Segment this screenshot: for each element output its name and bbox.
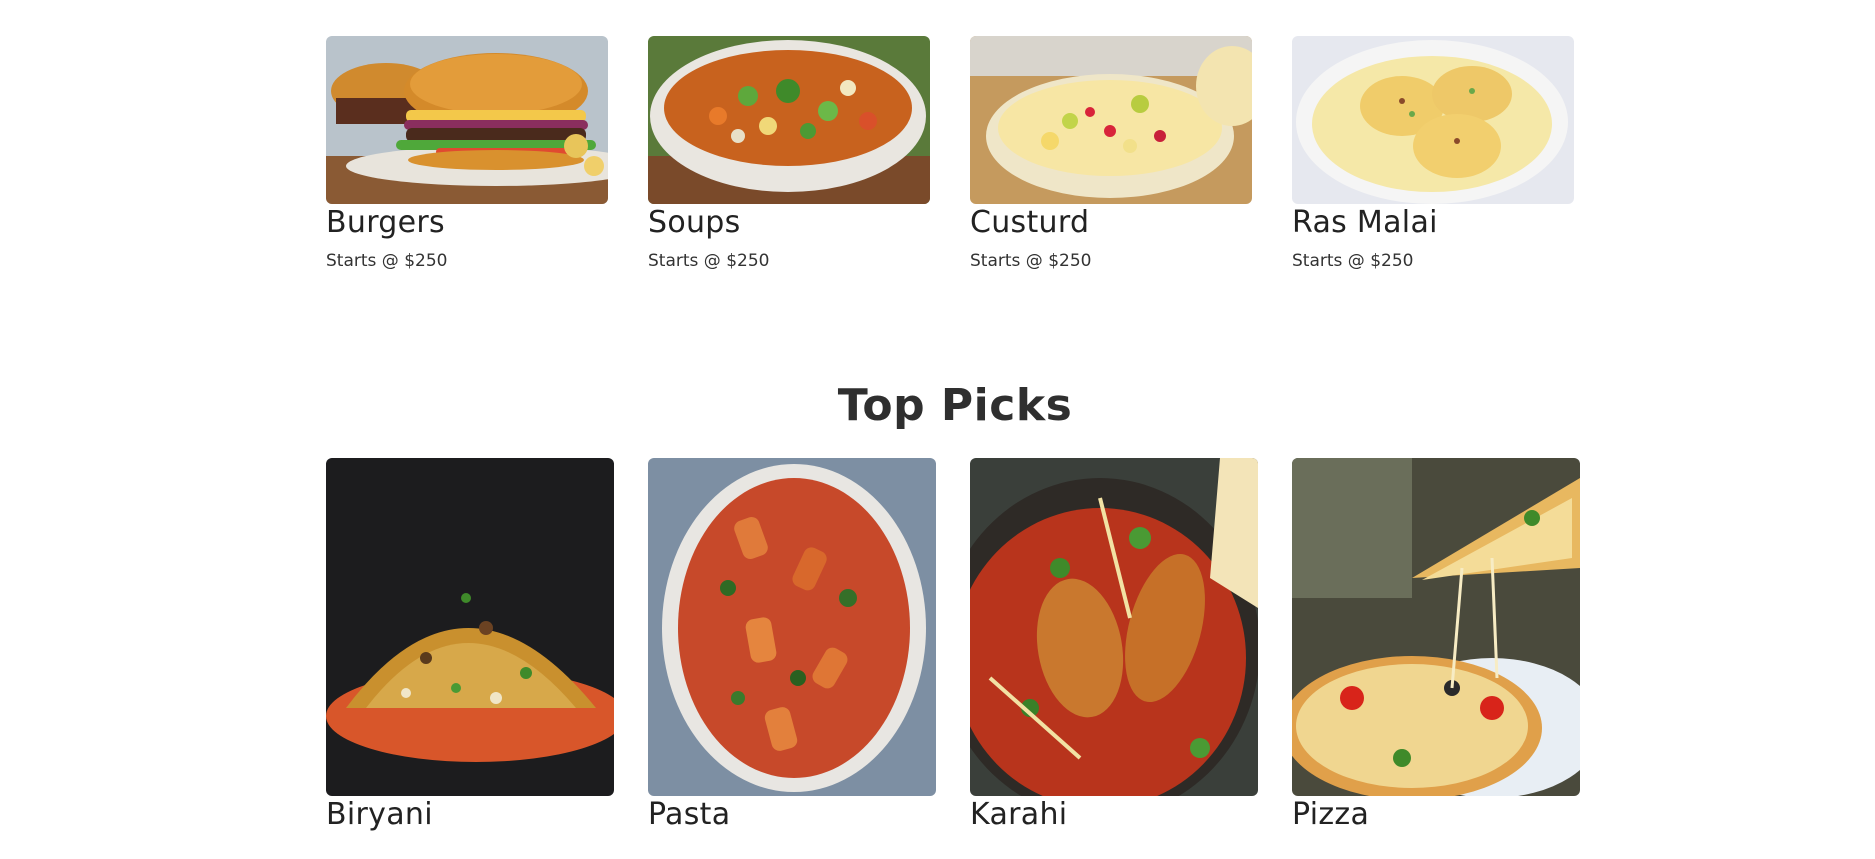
category-title: Custurd (970, 205, 1090, 240)
category-title: Burgers (326, 205, 445, 240)
top-pick-card-pizza[interactable]: Pizza (1292, 458, 1580, 833)
category-title: Ras Malai (1292, 205, 1438, 240)
category-grid: Burgers Starts @ $250 Soups Starts @ $25… (326, 36, 1580, 271)
top-pick-card-pasta[interactable]: Pasta (648, 458, 936, 833)
category-price: Starts @ $250 (1292, 251, 1414, 271)
biryani-image[interactable] (326, 458, 614, 796)
top-pick-card-karahi[interactable]: Karahi (970, 458, 1258, 833)
top-pick-card-biryani[interactable]: Biryani (326, 458, 614, 833)
category-card-ras-malai[interactable]: Ras Malai Starts @ $250 (1292, 36, 1580, 271)
category-card-burgers[interactable]: Burgers Starts @ $250 (326, 36, 614, 271)
category-title: Soups (648, 205, 741, 240)
ras-malai-image[interactable] (1292, 36, 1574, 204)
category-price: Starts @ $250 (970, 251, 1092, 271)
pizza-image[interactable] (1292, 458, 1580, 796)
soup-image[interactable] (648, 36, 930, 204)
category-card-soups[interactable]: Soups Starts @ $250 (648, 36, 936, 271)
burger-image[interactable] (326, 36, 608, 204)
top-pick-title: Biryani (326, 797, 433, 832)
category-price: Starts @ $250 (326, 251, 448, 271)
category-price: Starts @ $250 (648, 251, 770, 271)
top-pick-title: Karahi (970, 797, 1068, 832)
menu-page: Burgers Starts @ $250 Soups Starts @ $25… (0, 0, 1875, 859)
category-card-custurd[interactable]: Custurd Starts @ $250 (970, 36, 1258, 271)
top-picks-heading: Top Picks (837, 380, 1073, 431)
karahi-image[interactable] (970, 458, 1258, 796)
top-pick-title: Pasta (648, 797, 731, 832)
top-picks-grid: Biryani Pasta Karahi Pizza (326, 458, 1580, 833)
top-pick-title: Pizza (1292, 797, 1370, 832)
custard-image[interactable] (970, 36, 1252, 204)
pasta-image[interactable] (648, 458, 936, 796)
